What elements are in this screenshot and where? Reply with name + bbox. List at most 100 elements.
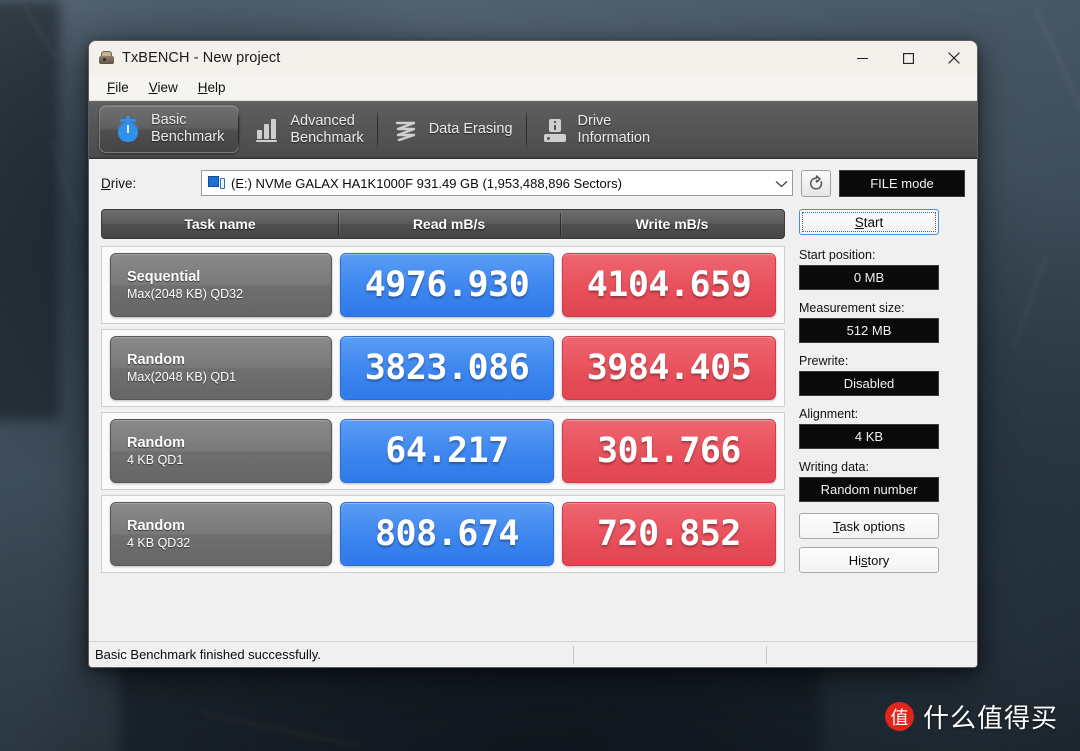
- wallpaper-shadow-bottom: [120, 661, 820, 751]
- wallpaper-branch-1: [22, 5, 58, 59]
- task-subtitle: 4 KB QD32: [127, 536, 191, 550]
- control-sidebar: Start Start position: 0 MB Measurement s…: [799, 209, 939, 641]
- column-header-read: Read mB/s: [338, 210, 560, 238]
- minimize-button[interactable]: [839, 41, 885, 75]
- drive-select[interactable]: (E:) NVMe GALAX HA1K1000F 931.49 GB (1,9…: [201, 170, 793, 196]
- drive-icon: [541, 115, 569, 145]
- tab-data-erasing-label: Data Erasing: [428, 121, 513, 138]
- alignment-value[interactable]: 4 KB: [799, 424, 939, 449]
- table-row: Random Max(2048 KB) QD1 3823.086 3984.40…: [101, 329, 785, 407]
- write-value: 4104.659: [562, 253, 776, 317]
- column-header-write: Write mB/s: [560, 210, 784, 238]
- writing-data-label: Writing data:: [799, 460, 869, 474]
- tab-strip: Basic Benchmark Advanced Benchmark Data …: [89, 101, 977, 159]
- wallpaper-shadow-left: [0, 0, 60, 420]
- wallpaper-branch-4: [1011, 254, 1049, 349]
- read-value: 4976.930: [340, 253, 554, 317]
- status-message: Basic Benchmark finished successfully.: [95, 647, 321, 662]
- txbench-window: TxBENCH - New project File View Help Bas…: [88, 40, 978, 668]
- menu-item-help[interactable]: Help: [188, 77, 236, 98]
- window-title: TxBENCH - New project: [122, 50, 281, 66]
- write-value: 720.852: [562, 502, 776, 566]
- drive-monitor-icon: [208, 176, 225, 190]
- close-button[interactable]: [931, 41, 977, 75]
- start-button-label: Start: [854, 214, 884, 230]
- drive-selector-row: Drive: (E:) NVMe GALAX HA1K1000F 931.49 …: [101, 169, 965, 197]
- task-box: Sequential Max(2048 KB) QD32: [110, 253, 332, 317]
- prewrite-value[interactable]: Disabled: [799, 371, 939, 396]
- status-divider: [766, 645, 767, 664]
- menu-item-file[interactable]: File: [97, 77, 139, 98]
- status-divider: [573, 645, 574, 664]
- task-options-button[interactable]: Task options: [799, 513, 939, 539]
- alignment-label: Alignment:: [799, 407, 859, 421]
- file-mode-button[interactable]: FILE mode: [839, 169, 965, 197]
- client-area: Drive: (E:) NVMe GALAX HA1K1000F 931.49 …: [89, 159, 977, 641]
- read-value: 3823.086: [340, 336, 554, 400]
- task-title: Random: [127, 518, 185, 534]
- results-table: Task name Read mB/s Write mB/s Sequentia…: [101, 209, 785, 641]
- start-position-label: Start position:: [799, 248, 876, 262]
- task-box: Random 4 KB QD32: [110, 502, 332, 566]
- title-bar[interactable]: TxBENCH - New project: [89, 41, 977, 75]
- menu-item-help-label: elp: [207, 80, 226, 95]
- bar-chart-icon: [253, 115, 281, 145]
- stopwatch-icon: [114, 114, 142, 144]
- task-box: Random Max(2048 KB) QD1: [110, 336, 332, 400]
- task-subtitle: Max(2048 KB) QD32: [127, 287, 244, 301]
- menu-bar: File View Help: [89, 75, 977, 101]
- task-subtitle: 4 KB QD1: [127, 453, 184, 467]
- task-box: Random 4 KB QD1: [110, 419, 332, 483]
- tab-drive-information-label: Drive Information: [577, 112, 651, 146]
- tab-advanced-benchmark[interactable]: Advanced Benchmark: [238, 106, 377, 154]
- file-mode-button-label: FILE mode: [870, 175, 934, 191]
- menu-item-view[interactable]: View: [139, 77, 188, 98]
- measurement-size-label: Measurement size:: [799, 301, 905, 315]
- tab-drive-information[interactable]: Drive Information: [525, 106, 665, 154]
- read-value: 808.674: [340, 502, 554, 566]
- tab-advanced-benchmark-label: Advanced Benchmark: [290, 112, 364, 146]
- results-table-header: Task name Read mB/s Write mB/s: [101, 209, 785, 239]
- wallpaper-branch-3: [1032, 6, 1080, 118]
- task-options-button-label: Task options: [832, 518, 906, 534]
- column-header-task-name: Task name: [184, 216, 256, 232]
- status-bar: Basic Benchmark finished successfully.: [89, 641, 977, 667]
- table-row: Random 4 KB QD1 64.217 301.766: [101, 412, 785, 490]
- watermark-logo: 值: [884, 702, 914, 731]
- zigzag-icon: [392, 115, 420, 145]
- menu-item-view-label: iew: [157, 80, 178, 95]
- history-button[interactable]: History: [799, 547, 939, 573]
- tab-data-erasing[interactable]: Data Erasing: [376, 106, 527, 154]
- write-value: 301.766: [562, 419, 776, 483]
- wallpaper-branch-2: [49, 138, 81, 225]
- watermark: 值 什么值得买: [884, 698, 1058, 735]
- table-row: Random 4 KB QD32 808.674 720.852: [101, 495, 785, 573]
- start-button[interactable]: Start: [799, 209, 939, 235]
- app-icon: [98, 50, 115, 66]
- watermark-text: 什么值得买: [922, 704, 1058, 734]
- menu-item-file-label: ile: [115, 80, 129, 95]
- table-row: Sequential Max(2048 KB) QD32 4976.930 41…: [101, 246, 785, 324]
- wallpaper-branch-5: [201, 711, 359, 748]
- refresh-button[interactable]: [801, 169, 831, 197]
- task-title: Random: [127, 352, 185, 368]
- refresh-icon: [809, 174, 822, 190]
- task-title: Sequential: [127, 269, 201, 285]
- window-controls: [839, 41, 977, 75]
- drive-select-value: (E:) NVMe GALAX HA1K1000F 931.49 GB (1,9…: [231, 175, 622, 191]
- drive-label: Drive:: [101, 175, 137, 191]
- prewrite-label: Prewrite:: [799, 354, 849, 368]
- history-button-label: History: [848, 552, 890, 568]
- read-value: 64.217: [340, 419, 554, 483]
- maximize-button[interactable]: [885, 41, 931, 75]
- writing-data-value[interactable]: Random number: [799, 477, 939, 502]
- tab-basic-benchmark[interactable]: Basic Benchmark: [99, 105, 240, 153]
- chevron-down-icon[interactable]: [767, 176, 788, 191]
- measurement-size-value[interactable]: 512 MB: [799, 318, 939, 343]
- main-area: Task name Read mB/s Write mB/s Sequentia…: [101, 209, 965, 641]
- write-value: 3984.405: [562, 336, 776, 400]
- tab-basic-benchmark-label: Basic Benchmark: [151, 111, 225, 145]
- task-subtitle: Max(2048 KB) QD1: [127, 370, 237, 384]
- start-position-value[interactable]: 0 MB: [799, 265, 939, 290]
- task-title: Random: [127, 435, 185, 451]
